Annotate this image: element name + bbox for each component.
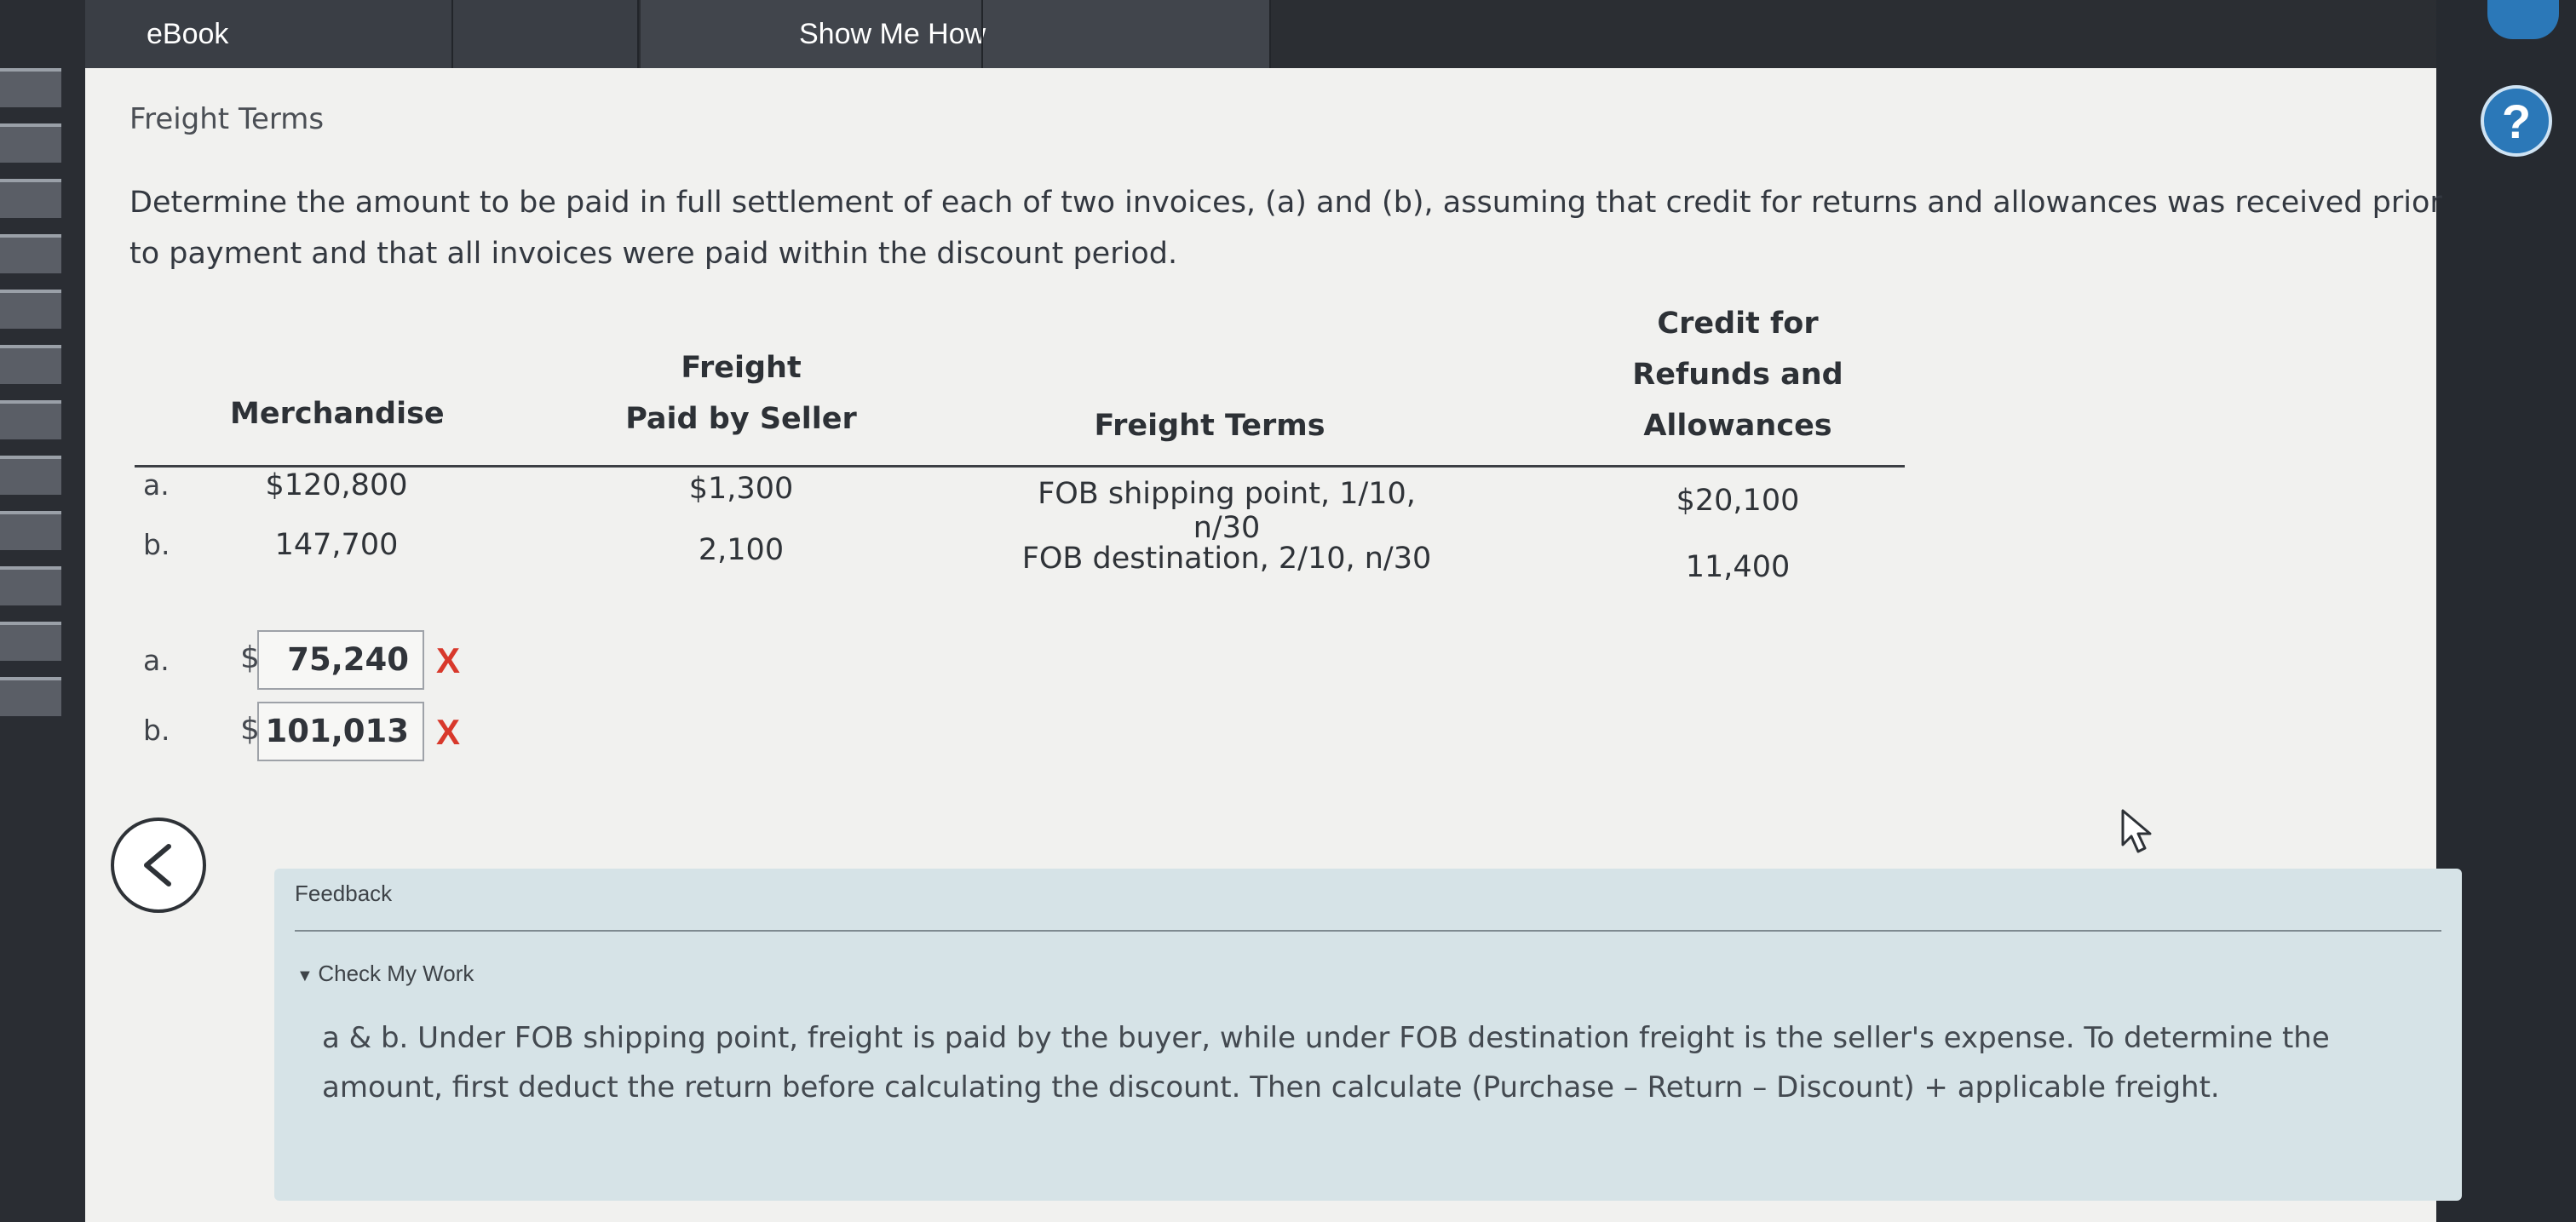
feedback-panel: Feedback ▼ Check My Work a & b. Under FO… bbox=[274, 869, 2462, 1201]
table-header-rule bbox=[135, 465, 1905, 468]
help-button[interactable]: ? bbox=[2481, 85, 2552, 157]
problem-instructions: Determine the amount to be paid in full … bbox=[129, 186, 2442, 271]
header-freight: Freight Paid by Seller bbox=[605, 342, 877, 445]
edge-bar bbox=[0, 677, 61, 716]
row-label: a. bbox=[143, 468, 170, 502]
header-credit-line2: Refunds and bbox=[1632, 358, 1843, 392]
header-freight-line2: Paid by Seller bbox=[625, 402, 857, 436]
tab-show-me-how[interactable]: Show Me How bbox=[641, 0, 1271, 68]
incorrect-icon: X bbox=[436, 640, 461, 680]
feedback-text: a & b. Under FOB shipping point, freight… bbox=[322, 1021, 2330, 1104]
help-icon: ? bbox=[2501, 94, 2532, 148]
edge-bar bbox=[0, 566, 61, 605]
cell-freight: 2,100 bbox=[698, 533, 785, 567]
back-button[interactable] bbox=[111, 818, 206, 913]
top-tab-bar: eBook Show Me How bbox=[85, 0, 2436, 68]
header-freight-line1: Freight bbox=[681, 351, 802, 385]
check-my-work-toggle[interactable]: ▼ Check My Work bbox=[296, 961, 474, 987]
answer-label-a: a. bbox=[143, 644, 170, 677]
problem-page: Freight Terms Determine the amount to be… bbox=[85, 68, 2462, 1222]
cell-freight: $1,300 bbox=[688, 472, 794, 506]
tab-divider bbox=[451, 0, 453, 68]
triangle-down-icon: ▼ bbox=[296, 967, 319, 985]
incorrect-icon: X bbox=[436, 712, 461, 752]
row-label: b. bbox=[143, 528, 170, 561]
edge-bar bbox=[0, 400, 61, 439]
header-credit: Credit for Refunds and Allowances bbox=[1610, 298, 1866, 451]
cell-credit: 11,400 bbox=[1685, 550, 1791, 584]
answer-label-b: b. bbox=[143, 714, 170, 747]
edge-bar bbox=[0, 622, 61, 661]
edge-bar bbox=[0, 456, 61, 495]
answer-input-b[interactable]: 101,013 bbox=[257, 702, 424, 761]
cell-freight-terms: FOB destination, 2/10, n/30 bbox=[1021, 542, 1432, 576]
header-freight-terms: Freight Terms bbox=[1094, 409, 1325, 443]
chevron-left-icon bbox=[144, 844, 171, 886]
cell-merchandise: 147,700 bbox=[274, 528, 399, 562]
header-merchandise: Merchandise bbox=[230, 397, 445, 431]
tab-divider bbox=[981, 0, 983, 68]
answer-input-a[interactable]: 75,240 bbox=[257, 630, 424, 690]
edge-bar bbox=[0, 511, 61, 550]
tab-ebook[interactable]: eBook bbox=[85, 0, 639, 68]
edge-bar bbox=[0, 179, 61, 218]
header-credit-line1: Credit for bbox=[1657, 307, 1819, 341]
check-my-work-label: Check My Work bbox=[318, 961, 474, 986]
left-edge-strip bbox=[0, 0, 85, 1222]
feedback-divider bbox=[295, 930, 2441, 932]
cell-freight-terms: FOB shipping point, 1/10, n/30 bbox=[1038, 477, 1416, 545]
problem-title: Freight Terms bbox=[129, 102, 325, 136]
cell-merchandise: $120,800 bbox=[265, 468, 408, 502]
edge-bar bbox=[0, 234, 61, 273]
edge-bar bbox=[0, 68, 61, 107]
tab-show-me-how-label: Show Me How bbox=[799, 17, 986, 50]
edge-bar bbox=[0, 345, 61, 384]
feedback-title: Feedback bbox=[295, 881, 393, 906]
tab-ebook-label: eBook bbox=[147, 17, 229, 50]
mouse-cursor-icon bbox=[2121, 809, 2152, 853]
edge-bar bbox=[0, 290, 61, 329]
header-credit-line3: Allowances bbox=[1643, 409, 1832, 443]
cell-credit: $20,100 bbox=[1676, 484, 1800, 518]
top-right-tool-button[interactable] bbox=[2487, 0, 2559, 39]
edge-bar bbox=[0, 123, 61, 163]
